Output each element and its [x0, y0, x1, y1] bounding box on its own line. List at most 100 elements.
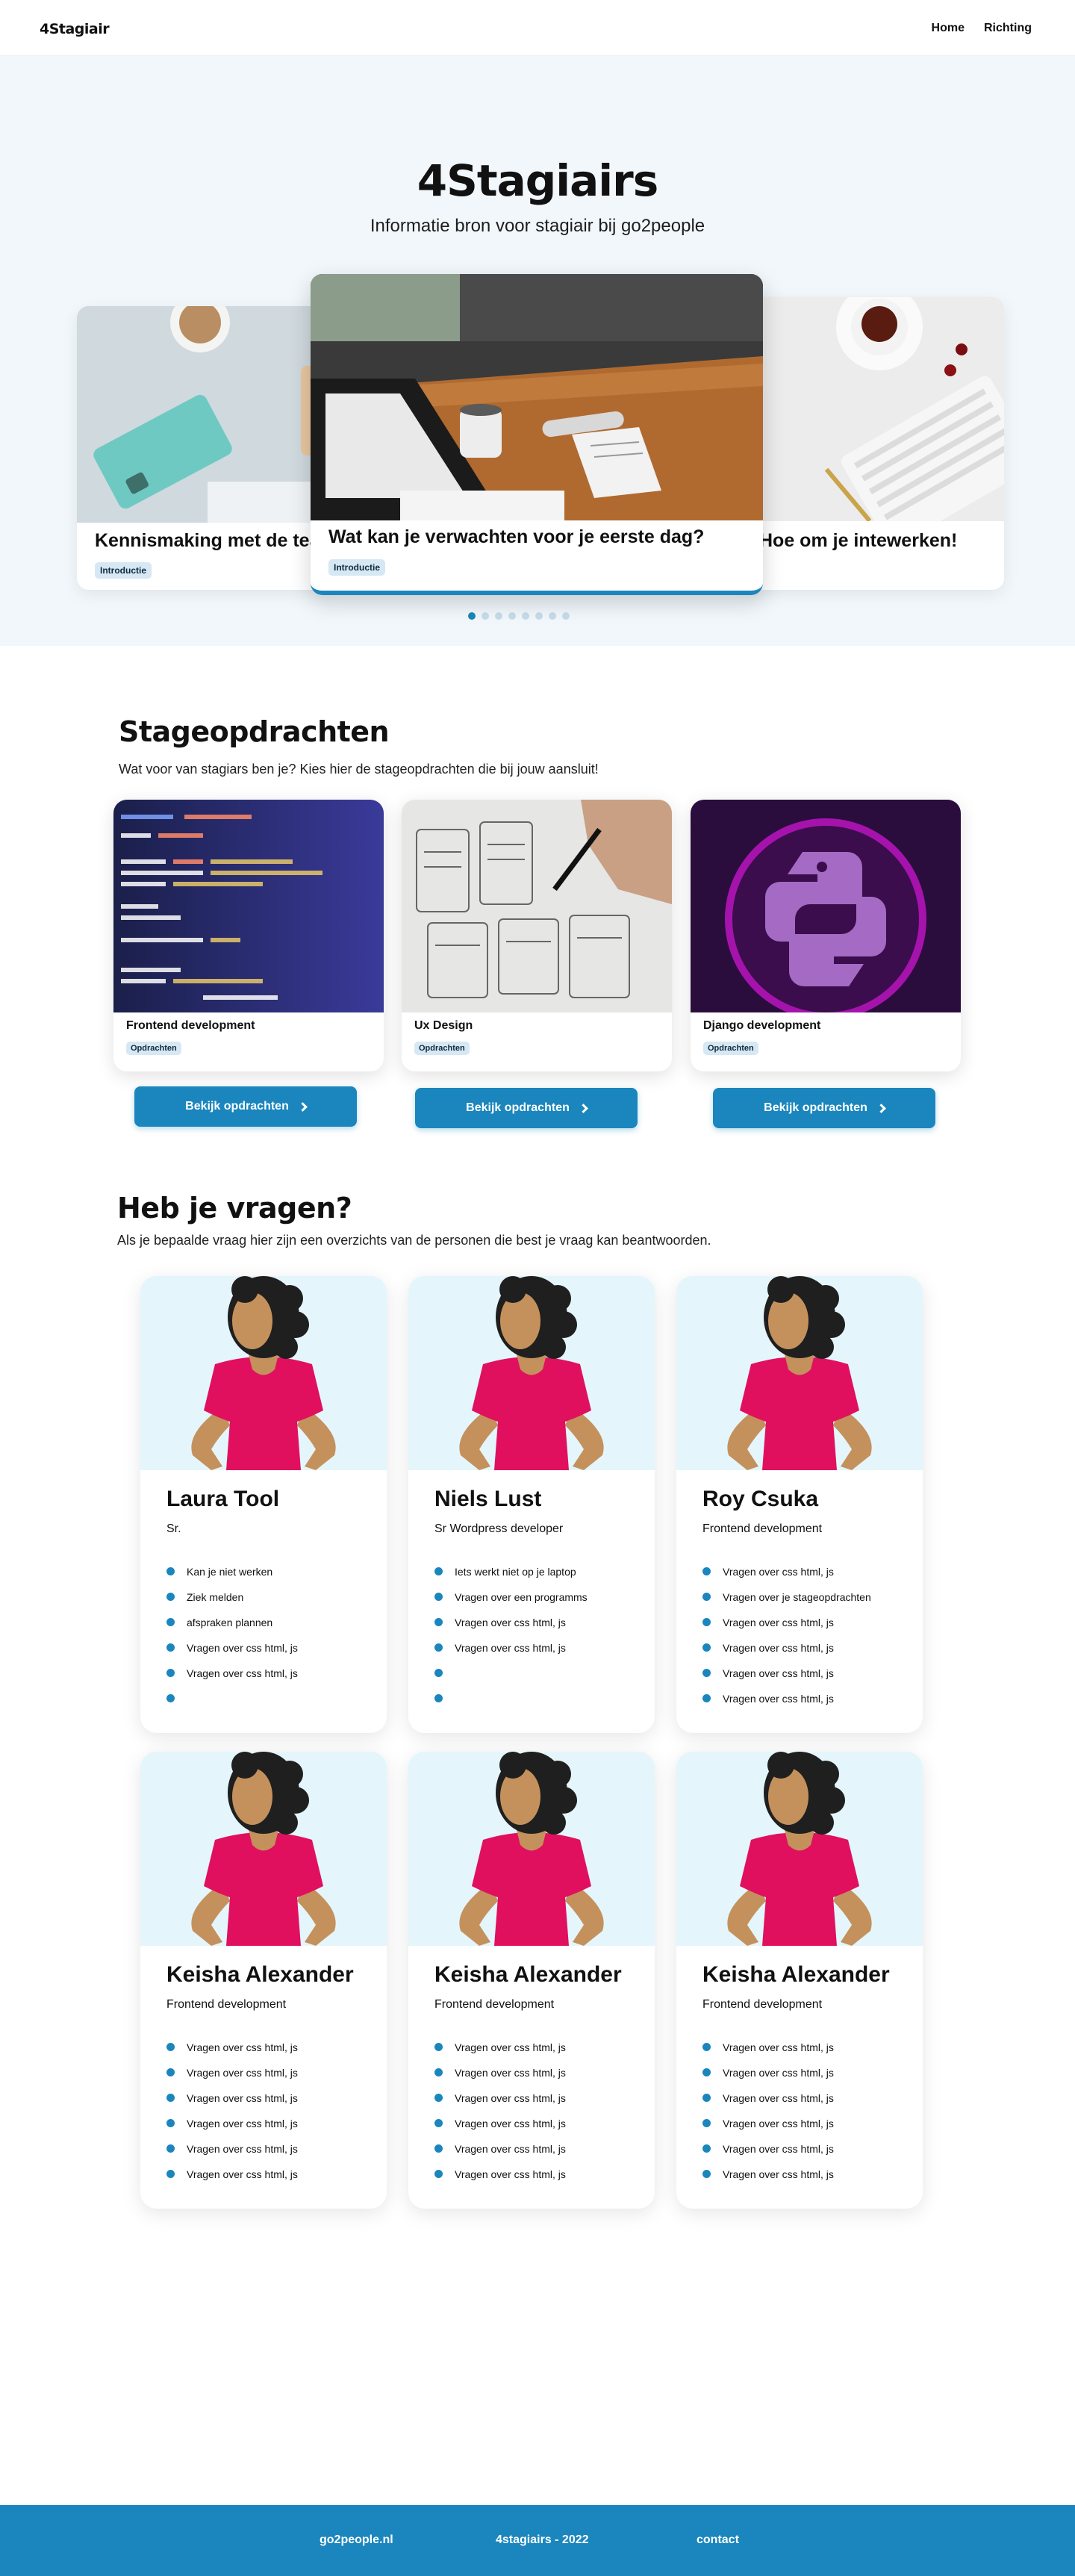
job-card-frontend[interactable]: Frontend development Opdrachten: [113, 800, 384, 1071]
bullet-dot-icon: [702, 2043, 711, 2051]
bullet-dot-icon: [166, 1643, 175, 1652]
job-image-code: [113, 800, 384, 1012]
carousel-dot[interactable]: [495, 612, 502, 620]
carousel-dot[interactable]: [508, 612, 516, 620]
hero-subtitle: Informatie bron voor stagiair bij go2peo…: [370, 216, 705, 236]
topic-label: Vragen over css html, js: [723, 1617, 834, 1628]
job-image-python-logo: [691, 800, 961, 1012]
button-label: Bekijk opdrachten: [185, 1100, 289, 1113]
bullet-dot-icon: [434, 2068, 443, 2076]
person-card[interactable]: Keisha Alexander Frontend development Vrag…: [408, 1752, 655, 2209]
topic-list: Vragen over css html, js Vragen over je s…: [702, 1566, 871, 1718]
bullet-dot-icon: [702, 1567, 711, 1575]
person-name: Roy Csuka: [702, 1487, 819, 1511]
hero-title: 4Stagiairs: [417, 155, 659, 206]
topic-label: Vragen over css html, js: [723, 2118, 834, 2129]
topic-item: Vragen over css html, js: [166, 2067, 298, 2092]
carousel-dot[interactable]: [562, 612, 570, 620]
topic-label: Vragen over css html, js: [723, 2143, 834, 2155]
footer-link-go2people[interactable]: go2people.nl: [320, 2533, 393, 2547]
topic-item: Ziek melden: [166, 1591, 298, 1617]
bullet-dot-icon: [434, 1567, 443, 1575]
topic-item: Vragen over css html, js: [434, 2118, 566, 2143]
topic-item: [166, 1693, 298, 1718]
topic-list: Iets werkt niet op je laptop Vragen over …: [434, 1566, 588, 1718]
topic-item: Vragen over css html, js: [166, 2041, 298, 2067]
carousel-dot[interactable]: [522, 612, 529, 620]
person-name: Keisha Alexander: [702, 1962, 890, 1987]
person-card[interactable]: Laura Tool Sr. Kan je niet werken Ziek meld…: [140, 1276, 387, 1733]
topic-item: Vragen over css html, js: [702, 1667, 871, 1693]
section-subtitle-vragen: Als je bepaalde vraag hier zijn een over…: [117, 1233, 711, 1248]
person-card[interactable]: Niels Lust Sr Wordpress developer Iets wer…: [408, 1276, 655, 1733]
topic-item: Vragen over css html, js: [702, 1566, 871, 1591]
slide-image-desk-laptop-mug: [311, 274, 763, 520]
topic-item: [434, 1667, 588, 1693]
job-title: Django development: [703, 1019, 821, 1032]
bullet-dot-icon: [166, 2170, 175, 2178]
button-label: Bekijk opdrachten: [764, 1101, 867, 1114]
topic-label: Vragen over css html, js: [455, 2092, 566, 2104]
carousel-dot[interactable]: [482, 612, 489, 620]
topic-label: Ziek melden: [187, 1591, 244, 1603]
logo[interactable]: 4Stagiair: [40, 21, 110, 37]
slide-title: Hoe om je intewerken!: [759, 530, 958, 551]
job-card-django[interactable]: Django development Opdrachten: [691, 800, 961, 1071]
job-title: Ux Design: [414, 1019, 473, 1032]
topic-item: Vragen over css html, js: [702, 2118, 834, 2143]
view-assignments-button[interactable]: Bekijk opdrachten: [713, 1088, 935, 1128]
person-card[interactable]: Keisha Alexander Frontend development Vrag…: [140, 1752, 387, 2209]
bullet-dot-icon: [702, 2094, 711, 2102]
bullet-dot-icon: [166, 1618, 175, 1626]
topic-label: Vragen over css html, js: [723, 2168, 834, 2180]
avatar: [676, 1752, 923, 1946]
topic-label: Vragen over css html, js: [723, 1642, 834, 1654]
view-assignments-button[interactable]: Bekijk opdrachten: [134, 1086, 357, 1127]
person-card[interactable]: Roy Csuka Frontend development Vragen over…: [676, 1276, 923, 1733]
topic-label: Vragen over css html, js: [455, 2041, 566, 2053]
slide-image-phone-desk: [77, 306, 331, 523]
nav-link-richting[interactable]: Richting: [984, 22, 1032, 35]
carousel-dot[interactable]: [468, 612, 476, 620]
topic-item: Vragen over css html, js: [702, 2168, 834, 2194]
carousel-slide-intewerken[interactable]: Hoe om je intewerken!: [741, 297, 1004, 590]
bullet-dot-icon: [434, 2094, 443, 2102]
job-title: Frontend development: [126, 1019, 255, 1032]
topic-item: Iets werkt niet op je laptop: [434, 1566, 588, 1591]
nav-link-home[interactable]: Home: [932, 22, 965, 35]
carousel-slide-team[interactable]: Kennismaking met de team Introductie: [77, 306, 331, 590]
job-tag: Opdrachten: [703, 1042, 758, 1055]
person-role: Frontend development: [702, 1522, 823, 1535]
topic-label: Vragen over css html, js: [455, 2143, 566, 2155]
topic-item: Vragen over css html, js: [166, 1667, 298, 1693]
avatar: [408, 1752, 655, 1946]
footer-link-contact[interactable]: contact: [697, 2533, 739, 2547]
job-tag: Opdrachten: [414, 1042, 470, 1055]
section-title-vragen: Heb je vragen?: [117, 1192, 352, 1225]
view-assignments-button[interactable]: Bekijk opdrachten: [415, 1088, 638, 1128]
person-role: Sr.: [166, 1522, 181, 1535]
topic-item: Vragen over css html, js: [166, 2168, 298, 2194]
bullet-dot-icon: [434, 1669, 443, 1677]
nav-links: Home Richting: [932, 22, 1032, 35]
bullet-dot-icon: [166, 1567, 175, 1575]
person-card[interactable]: Keisha Alexander Frontend development Vrag…: [676, 1752, 923, 2209]
topic-label: Vragen over css html, js: [187, 2143, 298, 2155]
topic-item: Vragen over css html, js: [166, 2118, 298, 2143]
carousel-slide-eerste-dag[interactable]: Wat kan je verwachten voor je eerste dag…: [311, 274, 763, 595]
topic-label: Vragen over css html, js: [723, 1667, 834, 1679]
person-role: Frontend development: [702, 1998, 823, 2011]
carousel-dot[interactable]: [535, 612, 543, 620]
chevron-right-icon: [578, 1103, 588, 1113]
person-name: Keisha Alexander: [166, 1962, 354, 1987]
job-card-ux-design[interactable]: Ux Design Opdrachten: [402, 800, 672, 1071]
topic-label: Vragen over css html, js: [187, 2118, 298, 2129]
carousel-dot[interactable]: [549, 612, 556, 620]
topic-item: Vragen over css html, js: [434, 1617, 588, 1642]
topic-label: Iets werkt niet op je laptop: [455, 1566, 576, 1578]
avatar: [140, 1276, 387, 1470]
bullet-dot-icon: [702, 1694, 711, 1702]
bullet-dot-icon: [166, 1694, 175, 1702]
bullet-dot-icon: [434, 1694, 443, 1702]
slide-title: Wat kan je verwachten voor je eerste dag…: [328, 526, 705, 547]
